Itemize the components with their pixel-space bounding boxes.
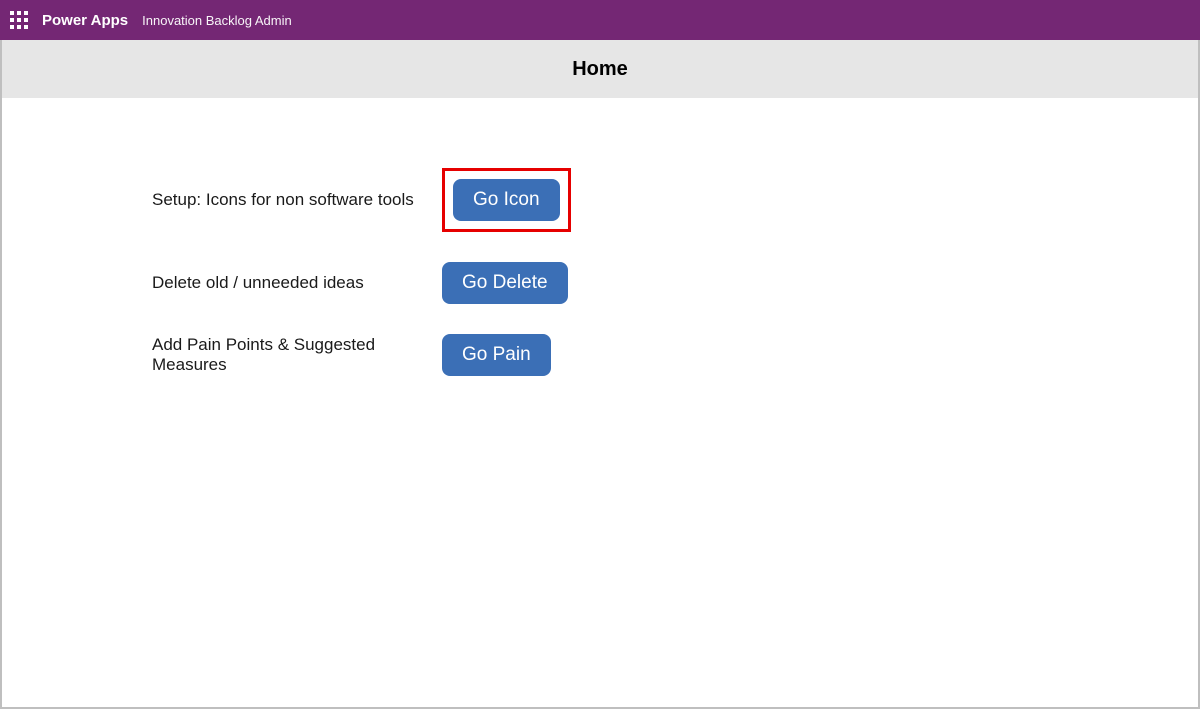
- row-delete-ideas: Delete old / unneeded ideas Go Delete: [152, 262, 1198, 304]
- header-brand[interactable]: Power Apps: [42, 12, 128, 29]
- content-area: Setup: Icons for non software tools Go I…: [2, 98, 1198, 376]
- highlight-box: Go Icon: [442, 168, 571, 232]
- row-pain-points: Add Pain Points & Suggested Measures Go …: [152, 334, 1198, 376]
- page-titlebar: Home: [2, 40, 1198, 98]
- label-setup-icons: Setup: Icons for non software tools: [152, 190, 442, 210]
- page-title: Home: [572, 58, 628, 81]
- go-pain-button[interactable]: Go Pain: [442, 334, 551, 376]
- waffle-icon[interactable]: [10, 11, 28, 29]
- label-delete-ideas: Delete old / unneeded ideas: [152, 273, 442, 293]
- go-icon-button[interactable]: Go Icon: [453, 179, 560, 221]
- label-pain-points: Add Pain Points & Suggested Measures: [152, 335, 442, 375]
- go-delete-button[interactable]: Go Delete: [442, 262, 568, 304]
- header-app-name: Innovation Backlog Admin: [142, 13, 292, 28]
- app-header: Power Apps Innovation Backlog Admin: [0, 0, 1200, 40]
- row-setup-icons: Setup: Icons for non software tools Go I…: [152, 168, 1198, 232]
- canvas-frame: Home Setup: Icons for non software tools…: [0, 40, 1200, 709]
